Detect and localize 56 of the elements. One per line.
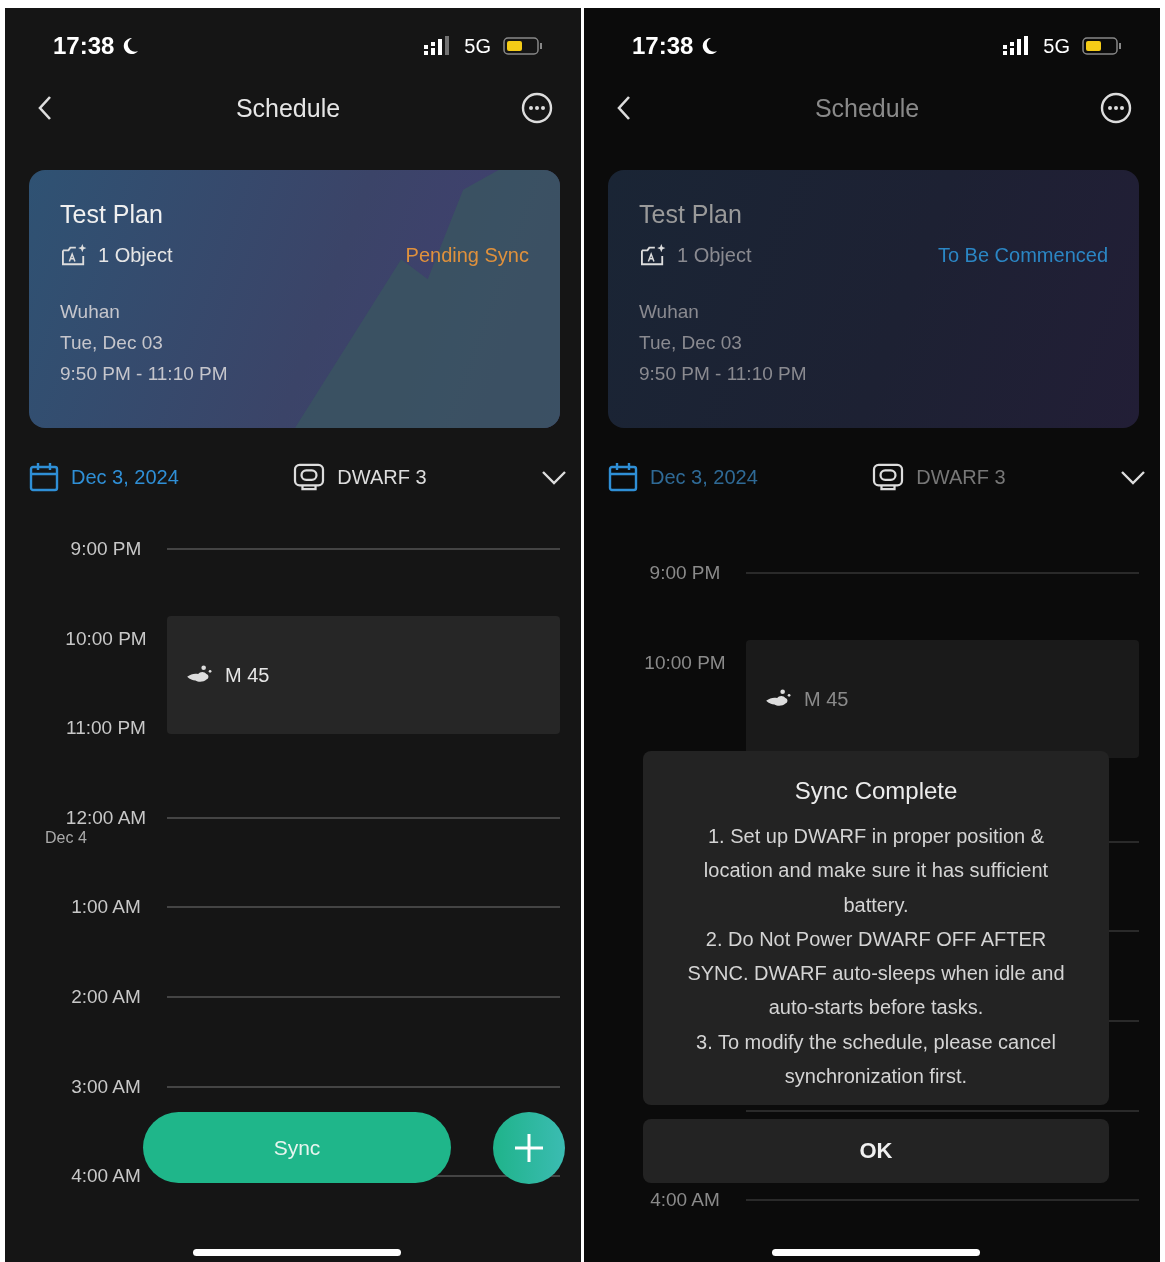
object-count: 1 Object <box>677 243 752 267</box>
hour-label: 1:00 AM <box>71 896 141 919</box>
calendar-icon[interactable] <box>608 462 638 492</box>
battery-icon <box>503 36 543 56</box>
hour-label: 3:00 AM <box>71 1075 141 1098</box>
battery-icon <box>1082 36 1122 56</box>
chevron-down-icon[interactable] <box>541 469 567 485</box>
plan-card[interactable]: Test Plan 1 Object Pending Sync Wuhan Tue, Dec 03 9:50 PM - 11:10 PM <box>29 170 560 428</box>
day-label: Dec 4 <box>45 828 87 847</box>
screen-title: Schedule <box>235 93 341 123</box>
object-count: 1 Object <box>98 243 173 267</box>
event-block[interactable]: M 45 <box>746 640 1139 758</box>
camera-sparkle-icon <box>639 243 667 267</box>
camera-sparkle-icon <box>60 243 88 267</box>
plan-date: Tue, Dec 03 <box>639 332 743 354</box>
hour-label: 9:00 PM <box>649 562 721 584</box>
hour-label: 4:00 AM <box>650 1189 720 1212</box>
plan-title: Test Plan <box>60 200 164 229</box>
event-name: M 45 <box>225 663 270 687</box>
hour-label: 12:00 AM <box>65 806 147 829</box>
hour-label: 10:00 PM <box>65 627 147 650</box>
hour-label: 10:00 PM <box>644 651 726 674</box>
network-label: 5G <box>1043 34 1070 58</box>
event-block[interactable]: M 45 <box>167 616 560 734</box>
device-icon <box>872 463 905 491</box>
chevron-down-icon[interactable] <box>1120 469 1146 485</box>
plan-date: Tue, Dec 03 <box>60 332 164 354</box>
plan-title: Test Plan <box>639 200 743 229</box>
hour-label: 11:00 PM <box>66 717 146 740</box>
plan-location: Wuhan <box>639 301 700 323</box>
plan-card[interactable]: Test Plan 1 Object To Be Commenced Wuhan Tue, Dec 03 9:50 PM - 11:10 PM <box>608 170 1139 428</box>
hour-label: 4:00 AM <box>71 1165 141 1188</box>
screen-title: Schedule <box>814 93 920 123</box>
event-name: M 45 <box>804 687 849 711</box>
hour-label: 2:00 AM <box>71 985 141 1008</box>
dialog-message: 1. Set up DWARF in proper position & location and make sure it has sufficient battery. 2. Do Not Power DWARF OFF AFTER SYNC. DWARF auto-sleeps when idle and auto-starts before tasks. 3. To modify the schedule, please cancel synchronization first. <box>686 824 1066 1090</box>
hour-label: 9:00 PM <box>70 538 142 560</box>
plan-time-range: 9:50 PM - 11:10 PM <box>60 363 229 385</box>
calendar-icon[interactable] <box>29 462 59 492</box>
more-icon[interactable] <box>521 92 553 124</box>
dialog-title: Sync Complete <box>793 777 959 805</box>
date-picker[interactable]: Dec 3, 2024 <box>650 465 758 489</box>
device-selector[interactable]: DWARF 3 <box>916 465 1006 489</box>
status-time: 17:38 <box>53 32 115 60</box>
status-time: 17:38 <box>632 32 694 60</box>
device-icon <box>293 463 326 491</box>
more-icon[interactable] <box>1100 92 1132 124</box>
date-picker[interactable]: Dec 3, 2024 <box>71 465 179 489</box>
ok-button[interactable]: OK <box>643 1119 1109 1184</box>
device-selector[interactable]: DWARF 3 <box>337 465 427 489</box>
plan-location: Wuhan <box>60 301 121 323</box>
add-button[interactable] <box>493 1112 565 1184</box>
plan-time-range: 9:50 PM - 11:10 PM <box>639 363 808 385</box>
network-label: 5G <box>464 34 491 58</box>
plan-status: To Be Commenced <box>937 243 1108 267</box>
plan-status: Pending Sync <box>405 243 529 267</box>
